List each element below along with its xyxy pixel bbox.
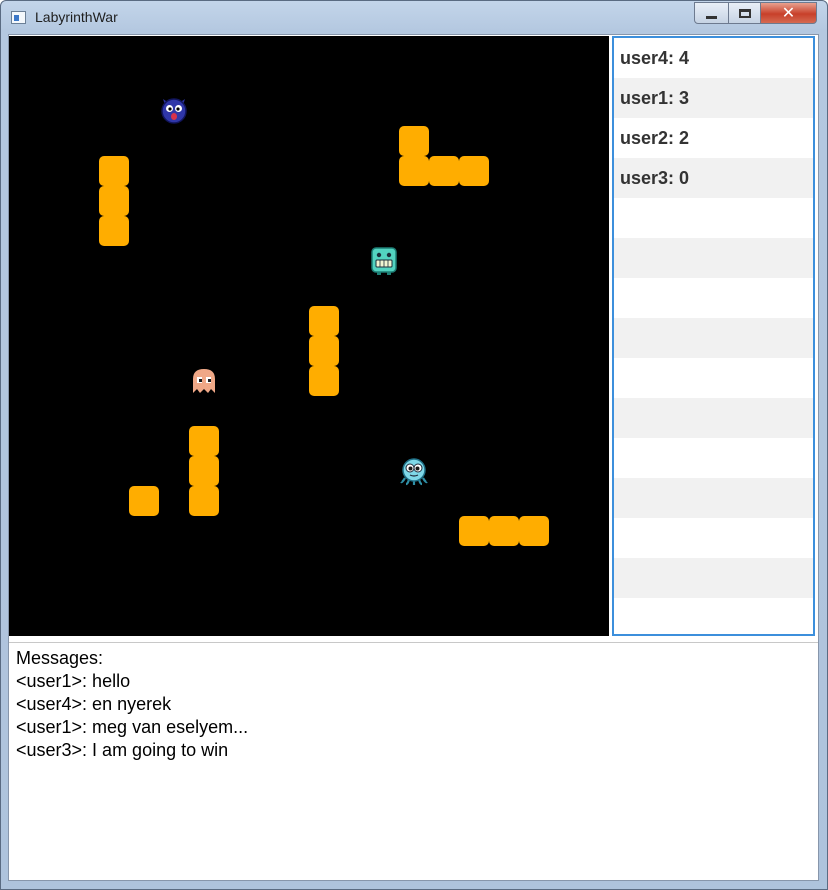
close-button[interactable]: ✕	[760, 2, 817, 24]
game-board[interactable]	[9, 36, 609, 636]
score-row[interactable]	[614, 478, 813, 518]
wall-block	[399, 126, 429, 156]
wall-block	[99, 186, 129, 216]
wall-block	[99, 216, 129, 246]
wall-block	[189, 426, 219, 456]
wall-block	[429, 156, 459, 186]
score-row[interactable]	[614, 358, 813, 398]
wall-block	[459, 516, 489, 546]
app-icon	[11, 11, 26, 24]
score-row[interactable]	[614, 318, 813, 358]
maximize-button[interactable]	[728, 2, 761, 24]
green-monster-icon	[371, 247, 397, 275]
wall-block	[309, 336, 339, 366]
score-row[interactable]	[614, 598, 813, 638]
wall-block	[519, 516, 549, 546]
wall-block	[459, 156, 489, 186]
wall-block	[489, 516, 519, 546]
wall-block	[189, 486, 219, 516]
scoreboard-list[interactable]: user4: 4 user1: 3 user2: 2 user3: 0	[612, 36, 815, 636]
score-row[interactable]	[614, 518, 813, 558]
score-row[interactable]	[614, 278, 813, 318]
wall-block	[309, 306, 339, 336]
messages-heading: Messages:	[16, 648, 104, 668]
minimize-icon	[706, 15, 717, 19]
octopus-monster-icon	[400, 458, 428, 486]
score-row[interactable]	[614, 198, 813, 238]
maximize-icon	[738, 8, 751, 18]
score-row[interactable]: user1: 3	[614, 78, 813, 118]
wall-block	[399, 156, 429, 186]
wall-block	[309, 366, 339, 396]
score-row[interactable]: user3: 0	[614, 158, 813, 198]
message-line: <user4>: en nyerek	[16, 694, 172, 714]
ghost-icon	[193, 369, 215, 393]
score-row[interactable]	[614, 558, 813, 598]
score-row[interactable]: user4: 4	[614, 38, 813, 78]
message-line: <user1>: hello	[16, 671, 131, 691]
title-bar[interactable]: LabyrinthWar ✕	[1, 1, 827, 35]
blue-monster-icon	[161, 98, 187, 124]
wall-block	[189, 456, 219, 486]
message-line: <user1>: meg van eselyem...	[16, 717, 249, 737]
score-row[interactable]: user2: 2	[614, 118, 813, 158]
minimize-button[interactable]	[694, 2, 729, 24]
score-row[interactable]	[614, 398, 813, 438]
score-row[interactable]	[614, 238, 813, 278]
wall-block	[129, 486, 159, 516]
wall-block	[99, 156, 129, 186]
message-line: <user3>: I am going to win	[16, 740, 229, 760]
window-title: LabyrinthWar	[35, 9, 118, 25]
close-icon: ✕	[781, 3, 796, 22]
messages-panel: Messages: <user1>: hello <user4>: en nye…	[9, 642, 818, 880]
score-row[interactable]	[614, 438, 813, 478]
